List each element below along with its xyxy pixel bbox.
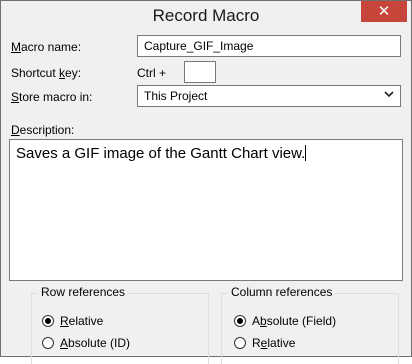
column-absolute-radio[interactable]: Ab solute (Field) — [234, 314, 336, 328]
radio-selected-icon — [234, 315, 246, 327]
row-absolute-radio[interactable]: Absolute (ID) — [42, 336, 130, 350]
row-references-group: Row references Relative Absolute (ID) — [31, 285, 209, 364]
macro-name-label: Macro name: — [11, 40, 82, 54]
title-bar: Record Macro ✕ — [1, 1, 411, 31]
store-macro-select[interactable]: This Project — [137, 85, 401, 107]
macro-name-input[interactable]: Capture_GIF_Image — [137, 35, 401, 57]
description-textarea[interactable]: Saves a GIF image of the Gantt Chart vie… — [9, 139, 403, 281]
store-macro-label: Store macro in: — [11, 90, 93, 104]
close-icon: ✕ — [377, 3, 391, 20]
column-references-title: Column references — [228, 285, 336, 299]
column-relative-radio[interactable]: Re lative — [234, 336, 295, 350]
row-relative-radio[interactable]: Relative — [42, 314, 103, 328]
record-macro-dialog: Record Macro ✕ Macro name: Capture_GIF_I… — [0, 0, 412, 364]
shortcut-key-label: Shortcut key: — [11, 66, 82, 80]
dialog-title: Record Macro — [152, 6, 260, 25]
radio-unselected-icon — [42, 337, 54, 349]
column-references-group: Column references Ab solute (Field) Re lat… — [221, 285, 399, 364]
description-label: Description: — [11, 123, 75, 137]
ctrl-prefix-label: Ctrl + — [137, 66, 167, 80]
text-caret — [305, 145, 307, 161]
shortcut-key-input[interactable] — [184, 61, 216, 83]
row-references-title: Row references — [38, 285, 129, 299]
radio-selected-icon — [42, 315, 54, 327]
radio-unselected-icon — [234, 337, 246, 349]
chevron-down-icon — [384, 88, 394, 102]
close-button[interactable]: ✕ — [361, 1, 407, 22]
dialog-body: Macro name: Capture_GIF_Image Shortcut k… — [9, 31, 403, 364]
